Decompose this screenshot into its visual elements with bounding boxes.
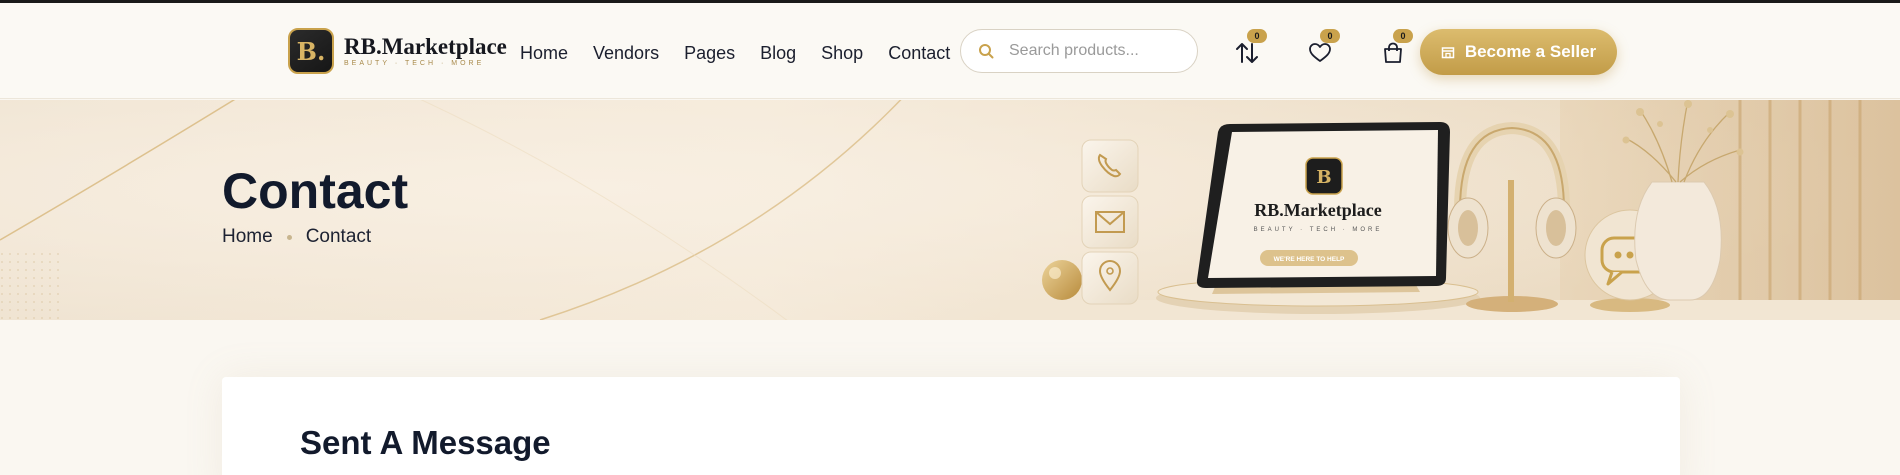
become-seller-button[interactable]: Become a Seller bbox=[1420, 29, 1617, 75]
nav-blog[interactable]: Blog bbox=[760, 41, 796, 65]
logo-mark: B. bbox=[288, 28, 334, 74]
wishlist-count-badge: 0 bbox=[1320, 29, 1340, 43]
store-icon bbox=[1441, 47, 1455, 59]
nav-pages[interactable]: Pages bbox=[684, 41, 735, 65]
breadcrumb-current: Contact bbox=[305, 226, 372, 247]
nav-vendors[interactable]: Vendors bbox=[593, 41, 659, 65]
bag-icon bbox=[1384, 42, 1402, 63]
breadcrumb-home[interactable]: Home bbox=[222, 226, 273, 248]
compare-button[interactable]: 0 bbox=[1231, 29, 1267, 69]
search-box bbox=[960, 29, 1198, 73]
svg-text:RB.Marketplace: RB.Marketplace bbox=[1254, 200, 1381, 220]
wishlist-button[interactable]: 0 bbox=[1304, 29, 1340, 69]
cart-button[interactable]: 0 bbox=[1377, 29, 1413, 69]
heart-icon bbox=[1309, 43, 1331, 62]
svg-text:BEAUTY · TECH · MORE: BEAUTY · TECH · MORE bbox=[1254, 227, 1383, 233]
page-hero: B RB.Marketplace BEAUTY · TECH · MORE WE… bbox=[0, 100, 1900, 320]
main-nav: Home Vendors Pages Blog Shop Contact bbox=[520, 41, 975, 65]
site-header: B. RB.Marketplace BEAUTY · TECH · MORE H… bbox=[0, 3, 1900, 99]
brand-tagline: BEAUTY · TECH · MORE bbox=[344, 60, 485, 67]
become-seller-label: Become a Seller bbox=[1464, 42, 1597, 61]
search-input[interactable] bbox=[1009, 42, 1169, 60]
contact-cubes bbox=[1081, 139, 1139, 305]
nav-contact[interactable]: Contact bbox=[888, 41, 950, 65]
page-title: Contact bbox=[222, 163, 409, 219]
svg-text:B: B bbox=[1316, 167, 1331, 188]
compare-icon bbox=[1236, 43, 1258, 63]
form-title: Sent A Message bbox=[300, 424, 551, 461]
svg-text:WE'RE HERE TO HELP: WE'RE HERE TO HELP bbox=[1274, 256, 1345, 263]
nav-home[interactable]: Home bbox=[520, 41, 568, 65]
search-icon[interactable] bbox=[977, 42, 995, 60]
nav-shop[interactable]: Shop bbox=[821, 41, 863, 65]
breadcrumb: Home Contact bbox=[222, 226, 371, 248]
tablet-device: B RB.Marketplace BEAUTY · TECH · MORE WE… bbox=[1196, 122, 1450, 288]
brand-logo[interactable]: B. RB.Marketplace BEAUTY · TECH · MORE bbox=[288, 28, 507, 74]
logo-text: RB.Marketplace BEAUTY · TECH · MORE bbox=[344, 34, 507, 68]
contact-form-card: Sent A Message bbox=[222, 377, 1680, 475]
brand-name: RB.Marketplace bbox=[344, 34, 507, 59]
breadcrumb-separator bbox=[286, 234, 292, 240]
compare-count-badge: 0 bbox=[1247, 29, 1267, 43]
cart-count-badge: 0 bbox=[1393, 29, 1413, 43]
